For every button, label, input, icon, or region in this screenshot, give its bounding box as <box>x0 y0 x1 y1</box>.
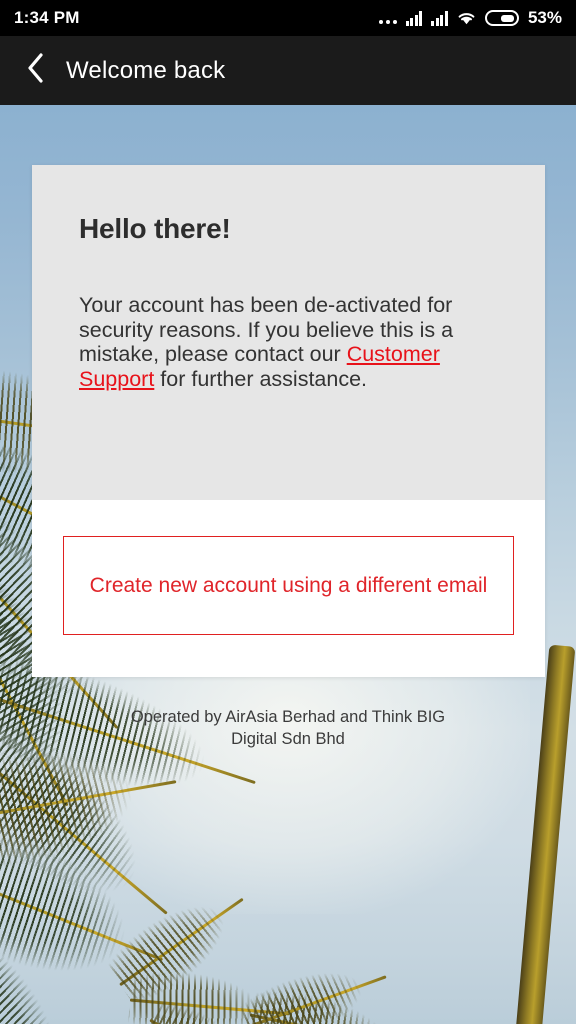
status-time: 1:34 PM <box>14 8 80 27</box>
more-dots-icon <box>378 10 397 26</box>
card-message: Your account has been de-activated for s… <box>79 293 498 391</box>
message-card: Hello there! Your account has been de-ac… <box>32 165 545 677</box>
battery-icon <box>484 10 519 26</box>
card-message-part2: for further assistance. <box>154 366 368 391</box>
signal-icon <box>431 10 448 26</box>
card-action-section: Create new account using a different ema… <box>32 500 545 677</box>
app-bar: Welcome back <box>0 36 576 105</box>
card-heading: Hello there! <box>79 213 231 244</box>
card-message-section: Hello there! Your account has been de-ac… <box>32 165 545 500</box>
footer-legal-text: Operated by AirAsia Berhad and Think BIG… <box>0 706 576 750</box>
chevron-left-icon <box>26 53 44 88</box>
status-bar: 1:34 PM 53% <box>0 0 576 36</box>
footer-line-2: Digital Sdn Bhd <box>231 730 345 748</box>
back-button[interactable] <box>14 50 56 92</box>
footer-line-1: Operated by AirAsia Berhad and Think BIG <box>130 708 446 726</box>
create-new-account-button[interactable]: Create new account using a different ema… <box>63 536 514 635</box>
page-title: Welcome back <box>66 56 226 84</box>
status-icons: 53% <box>378 8 562 28</box>
signal-icon <box>405 10 423 26</box>
battery-percent: 53% <box>527 8 562 27</box>
wifi-icon <box>457 10 476 26</box>
